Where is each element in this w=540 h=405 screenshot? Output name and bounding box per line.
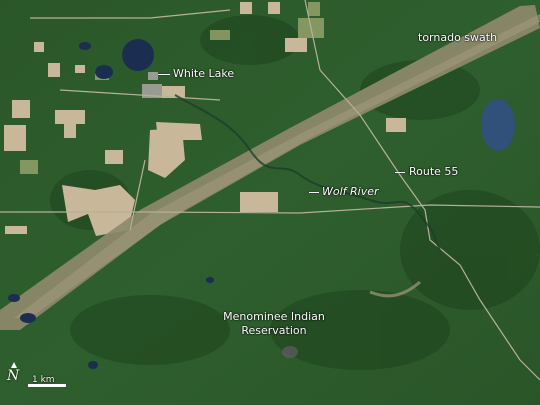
label-route-55: Route 55 — [409, 165, 459, 178]
label-wolf-river: Wolf River — [322, 185, 379, 198]
label-reservation-line1: Menominee Indian — [223, 310, 325, 323]
label-tornado-swath: tornado swath — [418, 31, 498, 44]
leader-wolf-river — [309, 192, 319, 193]
scale-bar — [28, 384, 66, 387]
reservation-clearing — [282, 346, 298, 358]
label-reservation-line2: Reservation — [241, 324, 307, 337]
leader-route-55 — [395, 172, 405, 173]
satellite-image — [0, 0, 540, 405]
leader-white-lake — [158, 74, 170, 75]
label-white-lake: White Lake — [173, 67, 235, 80]
north-symbol: N — [7, 368, 20, 384]
satellite-map: tornado swath White Lake Route 55 Wolf R… — [0, 0, 540, 405]
